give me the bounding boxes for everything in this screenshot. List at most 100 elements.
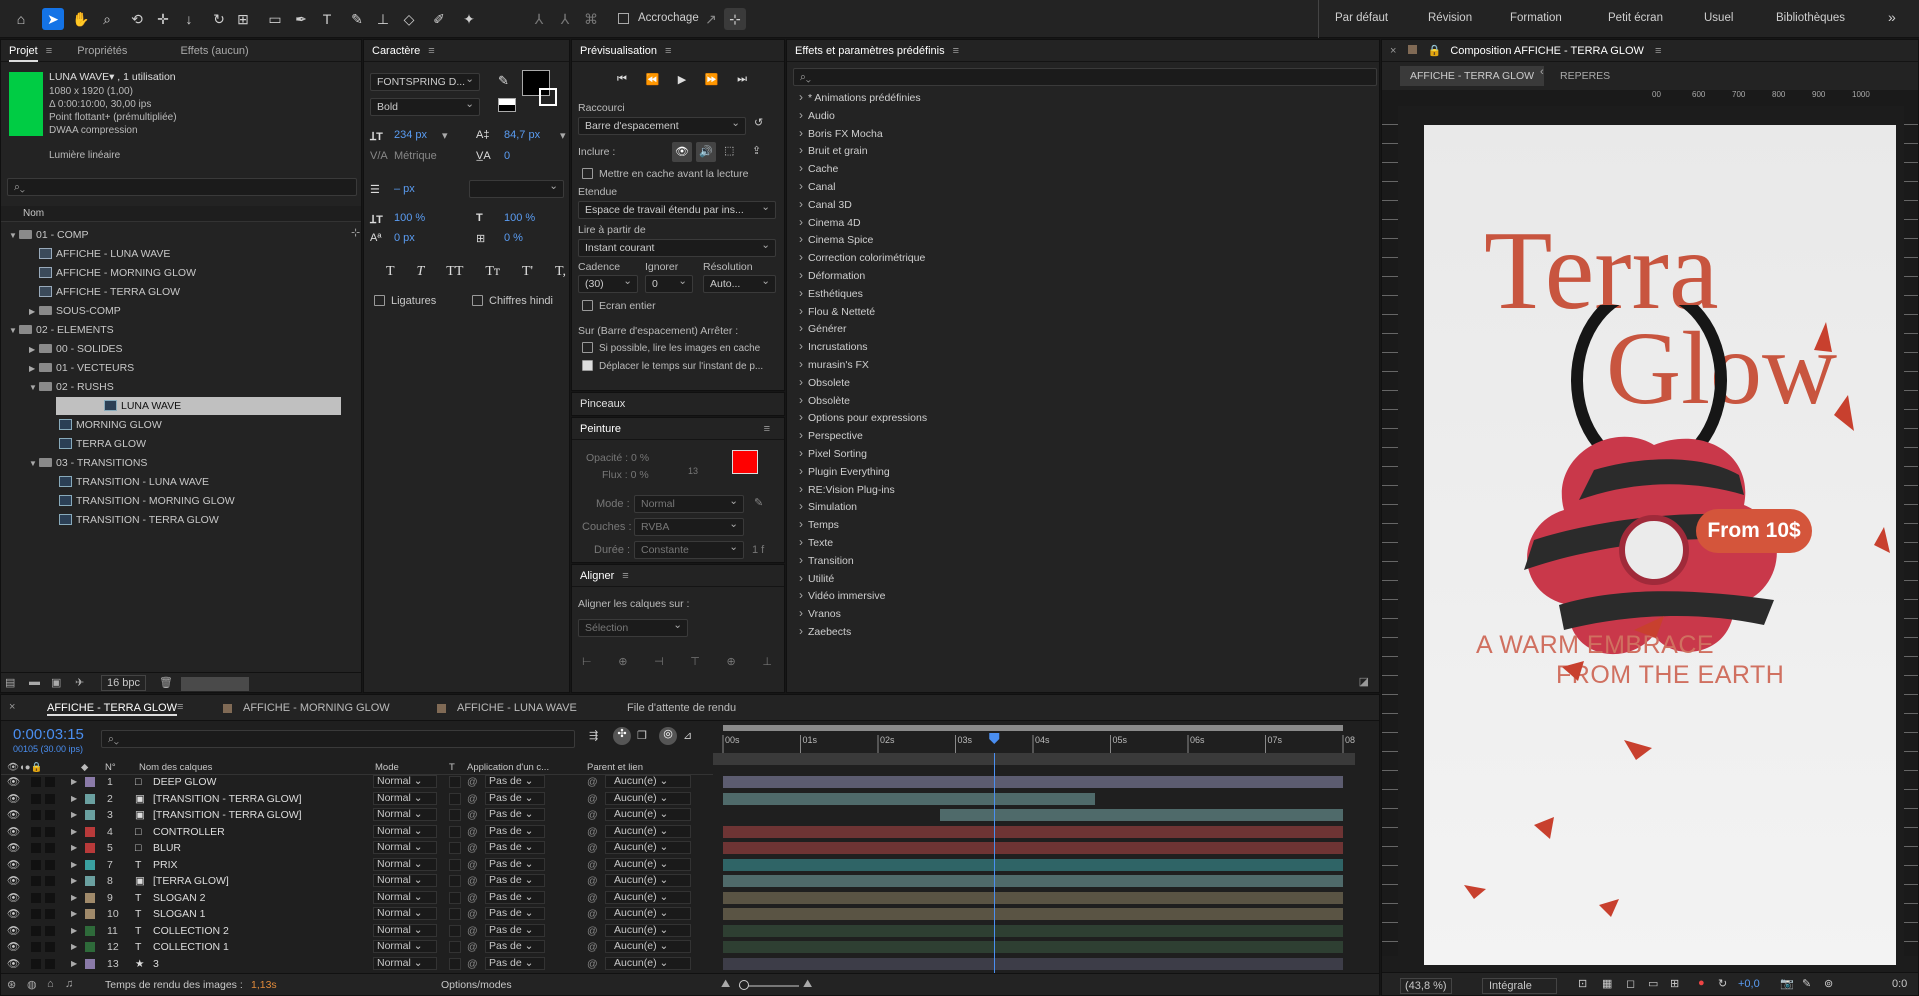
project-item[interactable]: TRANSITION - MORNING GLOW [1,492,341,510]
parent-pickwhip-icon[interactable]: @ [587,924,598,938]
align-bottom-icon[interactable]: ⊥ [762,655,772,668]
toggle-options-modes[interactable]: Options/modes [441,979,512,991]
blend-mode-select[interactable]: Normal ⌄ [373,791,437,805]
solo-toggle[interactable] [31,810,41,820]
effect-apply-select[interactable]: Pas de ⌄ [485,907,545,920]
effect-apply-select[interactable]: Pas de ⌄ [485,775,545,788]
eye-icon[interactable]: 👁 [7,874,20,888]
workspace-bibliotheques[interactable]: Bibliothèques [1776,12,1845,24]
project-item[interactable]: AFFICHE - TERRA GLOW [1,283,341,301]
workspace-petit-ecran[interactable]: Petit écran [1608,12,1663,24]
track-matte-toggle[interactable] [449,941,461,953]
effect-apply-select[interactable]: Pas de ⌄ [485,874,545,887]
parent-select[interactable]: Aucun(e) ⌄ [605,808,691,821]
menu-icon[interactable]: ≡ [1655,45,1661,57]
track-matte-toggle[interactable] [449,924,461,937]
new-comp-icon[interactable]: ▣ [51,676,61,689]
layer-row[interactable]: 👁 ▶ 4 □ CONTROLLER Normal ⌄ @ Pas de ⌄ @ Aucun(e)… [1,824,1343,839]
rectangle-tool-icon[interactable]: ▭ [264,8,286,30]
pickwhip-icon[interactable]: @ [467,775,478,789]
label-color[interactable] [85,810,95,820]
parent-pickwhip-icon[interactable]: @ [587,957,598,971]
layer-row[interactable]: 👁 ▶ 3 ▣ [TRANSITION - TERRA GLOW] Normal ⌄ @ Pa… [1,808,1343,822]
selection-tool-icon[interactable]: ➤ [42,8,64,30]
effect-category[interactable]: Simulation [799,499,857,513]
graph-editor-icon[interactable]: ⊿ [683,729,692,742]
effect-apply-select[interactable]: Pas de ⌄ [485,857,545,871]
font-size-value[interactable]: 234 px [394,129,427,141]
track-matte-toggle[interactable] [449,809,461,821]
menu-icon[interactable]: ≡ [428,45,434,57]
tracking-value[interactable]: 0 [504,150,510,162]
pickwhip-icon[interactable]: @ [467,924,478,938]
lock-icon[interactable]: 🔒 [1428,45,1442,57]
chevron-right-icon[interactable]: ▶ [29,341,39,359]
move-time-checkbox[interactable] [582,360,593,371]
motion-blur-icon[interactable]: ◎ [659,727,677,745]
menu-icon[interactable]: ≡ [622,570,628,582]
blend-mode-select[interactable]: Normal ⌄ [373,956,437,970]
pen-tool-icon[interactable]: ✒ [290,8,312,30]
eye-icon[interactable]: 👁 [7,825,20,839]
quality-select[interactable]: Intégrale [1482,978,1557,994]
last-frame-icon[interactable]: ⏭ [737,73,747,86]
layer-name[interactable]: PRIX [153,858,178,872]
parent-pickwhip-icon[interactable]: @ [587,940,598,954]
pickwhip-icon[interactable]: @ [467,907,478,921]
chevron-left-icon[interactable]: ‹ [1540,66,1544,78]
tsume-value[interactable]: 0 % [504,232,523,244]
label-color[interactable] [85,793,95,804]
paint-opacity[interactable]: Opacité : 0 % [586,452,649,464]
project-item[interactable]: ▼ 01 - COMP [1,226,341,244]
chevron-right-icon[interactable]: ▶ [71,858,77,872]
effect-apply-select[interactable]: Pas de ⌄ [485,940,545,953]
label-color[interactable] [85,876,95,886]
track-matte-toggle[interactable] [449,825,461,838]
snap-option-icon[interactable]: ↗ [700,8,722,30]
lock-toggle[interactable] [45,826,55,837]
project-item[interactable]: ▼ 02 - ELEMENTS [1,321,341,339]
exposure-value[interactable]: +0,0 [1738,978,1760,990]
layer-name[interactable]: COLLECTION 1 [153,940,229,954]
parent-select[interactable]: Aucun(e) ⌄ [605,940,691,953]
shortcut-select[interactable]: Barre d'espacement [578,115,746,135]
stroke-width-value[interactable]: – px [394,183,415,195]
hindi-option[interactable]: Chiffres hindi [472,295,553,307]
faux-bold-button[interactable]: T [386,264,395,280]
effect-category[interactable]: Zaebects [799,624,851,638]
parent-select[interactable]: Aucun(e) ⌄ [605,923,691,937]
eye-icon[interactable]: 👁 [7,792,20,806]
layer-duration-bar[interactable] [723,908,1343,920]
track-matte-toggle[interactable] [449,858,461,871]
comp-tab-active[interactable]: AFFICHE - TERRA GLOW [1400,66,1545,86]
parent-pickwhip-icon[interactable]: @ [587,874,598,888]
paint-flow[interactable]: Flux : 0 % [602,469,649,481]
layer-duration-bar[interactable] [723,891,1343,904]
first-frame-icon[interactable]: ⏮ [617,73,627,86]
ligatures-option[interactable]: Ligatures [374,295,436,307]
chevron-down-icon[interactable]: ▼ [9,322,19,340]
tab-proprietes[interactable]: Propriétés [77,45,127,57]
comp-canvas[interactable]: Terra Glow From 10$ A WARM EMBRACE FROM … [1424,125,1896,965]
layer-name[interactable]: 3 [153,957,159,971]
layer-row[interactable]: 👁 ▶ 8 ▣ [TERRA GLOW] Normal ⌄ @ Pas de ⌄ @ Aucun(… [1,874,1343,888]
overlay-toggle-icon[interactable]: ⬚ [724,144,734,157]
menu-icon[interactable]: ≡ [177,701,183,713]
channel-icon[interactable]: ⊚ [1824,977,1833,990]
pickwhip-icon[interactable]: @ [467,940,478,954]
solo-toggle[interactable] [31,876,41,886]
solo-toggle[interactable] [31,942,41,952]
effect-apply-select[interactable]: Pas de ⌄ [485,808,545,821]
layer-row[interactable]: 👁 ▶ 11 T COLLECTION 2 Normal ⌄ @ Pas de ⌄ @ Aucun… [1,923,1343,938]
label-color[interactable] [85,826,95,837]
orbit-camera-icon[interactable]: ⟲ [126,8,148,30]
effect-apply-select[interactable]: Pas de ⌄ [485,841,545,854]
label-color[interactable] [85,859,95,870]
chevron-right-icon[interactable]: ▶ [71,841,77,855]
chevron-right-icon[interactable]: ▶ [71,924,77,938]
prev-frame-icon[interactable]: ⏪ [645,73,659,86]
brush-tool-icon[interactable]: ✎ [346,8,368,30]
project-item[interactable]: MORNING GLOW [1,416,341,434]
effect-category[interactable]: Esthétiques [799,286,863,300]
project-item[interactable]: LUNA WAVE [56,397,341,415]
